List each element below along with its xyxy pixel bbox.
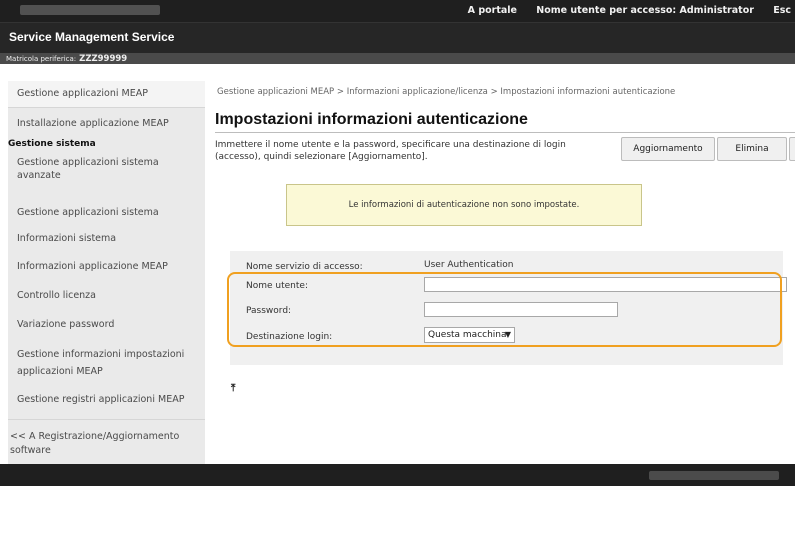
breadcrumb: Gestione applicazioni MEAP > Informazion… xyxy=(217,87,676,97)
serial-label-text: Matricola periferica: xyxy=(6,55,77,63)
top-links: A portale Nome utente per accesso: Admin… xyxy=(452,5,791,16)
user-name: Administrator xyxy=(679,5,754,16)
copyright-placeholder xyxy=(649,471,779,480)
sidebar-item-label: Gestione informazioni impostazioni xyxy=(17,349,185,360)
sidebar-item-variazione-password[interactable]: Variazione password xyxy=(17,317,114,333)
sidebar-item-informazioni-sistema[interactable]: Informazioni sistema xyxy=(17,231,116,247)
login-destination-label: Destinazione login: xyxy=(246,332,333,342)
sidebar-item-label: software xyxy=(10,445,51,456)
sidebar-item-gestione-registri[interactable]: Gestione registri applicazioni MEAP xyxy=(17,392,184,408)
delete-button[interactable]: Elimina xyxy=(717,137,787,161)
service-name-value: User Authentication xyxy=(424,260,514,270)
logout-link[interactable]: Esc xyxy=(773,5,791,16)
footer xyxy=(0,464,795,486)
sidebar-divider xyxy=(8,419,205,420)
portal-link[interactable]: A portale xyxy=(468,5,517,16)
sidebar-divider xyxy=(8,107,205,108)
top-bar: A portale Nome utente per accesso: Admin… xyxy=(0,0,795,22)
sidebar-item-gestione-info-impostazioni[interactable]: Gestione informazioni impostazioni appli… xyxy=(17,347,184,380)
username-label: Nome utente: xyxy=(246,281,308,291)
serial-value: ZZZ99999 xyxy=(79,54,128,64)
auth-settings-panel: Nome servizio di accesso: User Authentic… xyxy=(230,251,787,365)
sidebar-back-link[interactable]: << A Registrazione/Aggiornamento softwar… xyxy=(10,429,179,459)
page-title: Impostazioni informazioni autenticazione xyxy=(215,111,528,128)
title-divider xyxy=(215,132,795,133)
page-description: Immettere il nome utente e la password, … xyxy=(215,140,566,162)
username-input[interactable] xyxy=(424,277,787,292)
sidebar-item-informazioni-app-meap[interactable]: Informazioni applicazione MEAP xyxy=(17,259,168,275)
password-input[interactable] xyxy=(424,302,618,317)
sidebar-item-gestione-app-sistema[interactable]: Gestione applicazioni sistema xyxy=(17,205,159,221)
app-header: Service Management Service xyxy=(0,22,795,53)
login-destination-select[interactable]: Questa macchina ▼ xyxy=(424,327,515,343)
main-content: Gestione applicazioni MEAP > Informazion… xyxy=(215,81,795,464)
app-title: Service Management Service xyxy=(9,30,175,44)
chevron-down-icon: ▼ xyxy=(504,330,511,339)
user-label: Nome utente per accesso: Administrator xyxy=(536,5,754,16)
update-button[interactable]: Aggiornamento xyxy=(621,137,715,161)
user-label-text: Nome utente per accesso: xyxy=(536,5,677,16)
sidebar-section-sistema: Gestione sistema xyxy=(8,139,96,149)
extra-button-edge[interactable] xyxy=(789,137,795,161)
to-top-icon[interactable]: ⤒ xyxy=(231,383,235,394)
sidebar-item-controllo-licenza[interactable]: Controllo licenza xyxy=(17,288,96,304)
service-name-label: Nome servizio di accesso: xyxy=(246,262,363,272)
sidebar-item-gestione-applicazioni-meap[interactable]: Gestione applicazioni MEAP xyxy=(17,86,148,102)
sidebar-item-gestione-app-sistema-avanzate[interactable]: Gestione applicazioni sistema avanzate xyxy=(17,155,159,184)
sidebar-item-installazione[interactable]: Installazione applicazione MEAP xyxy=(17,116,169,132)
sidebar: Gestione applicazioni MEAP Installazione… xyxy=(8,81,205,464)
serial-label: Matricola periferica: ZZZ99999 xyxy=(6,54,127,64)
sidebar-item-label: applicazioni MEAP xyxy=(17,366,103,377)
serial-bar: Matricola periferica: ZZZ99999 xyxy=(0,53,795,64)
address-placeholder xyxy=(20,5,160,15)
status-alert: Le informazioni di autenticazione non so… xyxy=(286,184,642,226)
password-label: Password: xyxy=(246,306,292,316)
login-destination-value: Questa macchina xyxy=(428,330,507,340)
